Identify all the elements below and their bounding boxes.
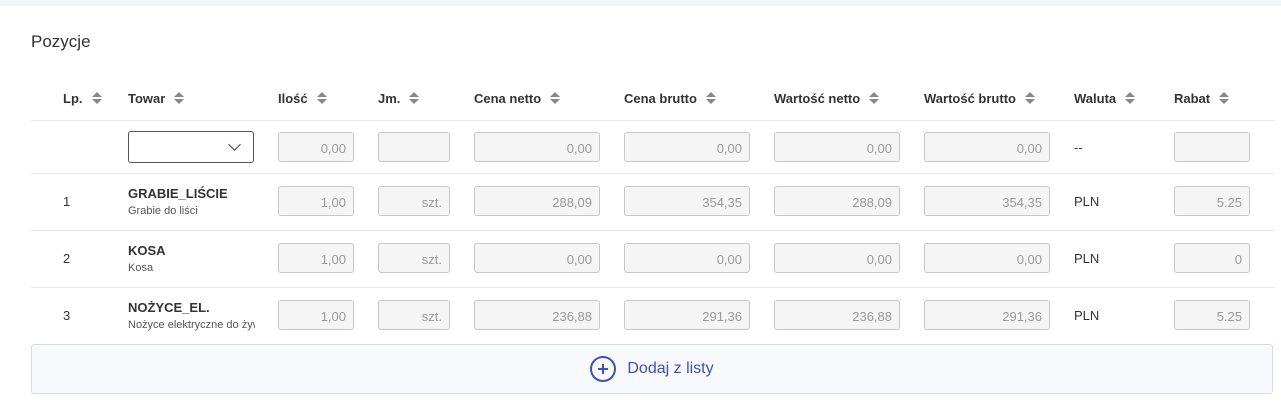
- column-header-wartosc-brutto[interactable]: Wartość brutto: [924, 89, 1035, 107]
- top-band: [0, 0, 1281, 6]
- column-header-waluta[interactable]: Waluta: [1074, 89, 1136, 107]
- net-price-input[interactable]: 0,00: [474, 132, 600, 162]
- currency-cell: PLN: [1074, 251, 1100, 266]
- column-label: Wartość brutto: [924, 90, 1016, 106]
- quantity-input[interactable]: 0,00: [278, 132, 354, 162]
- sort-icon[interactable]: [409, 91, 420, 105]
- currency-cell: PLN: [1074, 194, 1100, 209]
- add-from-list-button[interactable]: Dodaj z listy: [31, 344, 1273, 394]
- gross-value-input[interactable]: 0,00: [924, 243, 1050, 273]
- quantity-input[interactable]: 1,00: [278, 243, 354, 273]
- column-label: Lp.: [63, 90, 83, 106]
- column-label: Jm.: [378, 90, 401, 106]
- sort-icon[interactable]: [1024, 91, 1035, 105]
- currency-cell: --: [1074, 140, 1083, 155]
- product-code: GRABIE_LIŚCIE: [128, 186, 228, 201]
- gross-price-input[interactable]: 0,00: [624, 243, 750, 273]
- row-number: 1: [63, 194, 71, 209]
- column-header-cena-brutto[interactable]: Cena brutto: [624, 89, 716, 107]
- quantity-input[interactable]: 1,00: [278, 186, 354, 216]
- column-label: Ilość: [278, 90, 308, 106]
- row-number: 2: [63, 251, 71, 266]
- gross-price-input[interactable]: 354,35: [624, 186, 750, 216]
- row-number: 3: [63, 308, 71, 323]
- new-item-row: 0,00 0,00 0,00 0,00 0,00 --: [31, 121, 1274, 174]
- net-price-input[interactable]: 288,09: [474, 186, 600, 216]
- column-header-wartosc-netto[interactable]: Wartość netto: [774, 89, 880, 107]
- sort-icon[interactable]: [550, 91, 561, 105]
- section-title: Pozycje: [31, 32, 91, 51]
- discount-input[interactable]: 5.25: [1174, 300, 1250, 330]
- product-name: Nożyce elektryczne do żywopłotu: [128, 319, 255, 331]
- gross-price-input[interactable]: 0,00: [624, 132, 750, 162]
- product-code: NOŻYCE_EL.: [128, 300, 210, 315]
- table-row: 2 KOSA Kosa 1,00 szt. 0,00 0,00 0,00 0,0…: [31, 231, 1274, 288]
- gross-value-input[interactable]: 354,35: [924, 186, 1050, 216]
- sort-icon[interactable]: [91, 91, 102, 105]
- column-header-cena-netto[interactable]: Cena netto: [474, 89, 561, 107]
- product-name: Grabie do liści: [128, 205, 198, 217]
- discount-input[interactable]: 0: [1174, 243, 1250, 273]
- product-code: KOSA: [128, 243, 166, 258]
- chevron-down-icon: [228, 138, 241, 151]
- sort-icon[interactable]: [869, 91, 880, 105]
- product-name: Kosa: [128, 262, 154, 274]
- discount-input[interactable]: [1174, 132, 1250, 162]
- net-value-input[interactable]: 288,09: [774, 186, 900, 216]
- gross-price-input[interactable]: 291,36: [624, 300, 750, 330]
- column-label: Cena brutto: [624, 90, 697, 106]
- sort-icon[interactable]: [174, 91, 185, 105]
- unit-input[interactable]: szt.: [378, 243, 450, 273]
- net-value-input[interactable]: 236,88: [774, 300, 900, 330]
- net-value-input[interactable]: 0,00: [774, 132, 900, 162]
- sort-icon[interactable]: [705, 91, 716, 105]
- table-header: Lp. Towar Ilość Jm. Cena netto Cena brut…: [31, 78, 1274, 121]
- column-label: Rabat: [1174, 90, 1211, 106]
- table-row: 3 NOŻYCE_EL. Nożyce elektryczne do żywop…: [31, 288, 1274, 344]
- plus-circle-icon: [590, 356, 617, 382]
- net-price-input[interactable]: 0,00: [474, 243, 600, 273]
- gross-value-input[interactable]: 291,36: [924, 300, 1050, 330]
- quantity-input[interactable]: 1,00: [278, 300, 354, 330]
- net-value-input[interactable]: 0,00: [774, 243, 900, 273]
- column-label: Cena netto: [474, 90, 542, 106]
- product-select[interactable]: [128, 131, 254, 163]
- sort-icon[interactable]: [316, 91, 327, 105]
- unit-input[interactable]: szt.: [378, 186, 450, 216]
- sort-icon[interactable]: [1125, 91, 1136, 105]
- unit-input[interactable]: [378, 132, 450, 162]
- column-label: Waluta: [1074, 90, 1117, 106]
- gross-value-input[interactable]: 0,00: [924, 132, 1050, 162]
- add-from-list-label: Dodaj z listy: [627, 360, 714, 377]
- column-header-towar[interactable]: Towar: [128, 89, 185, 107]
- currency-cell: PLN: [1074, 308, 1100, 323]
- column-header-rabat[interactable]: Rabat: [1174, 89, 1230, 107]
- column-header-lp[interactable]: Lp.: [63, 89, 102, 107]
- unit-input[interactable]: szt.: [378, 300, 450, 330]
- sort-icon[interactable]: [1219, 91, 1230, 105]
- column-label: Towar: [128, 90, 166, 106]
- column-header-jm[interactable]: Jm.: [378, 89, 420, 107]
- column-header-ilosc[interactable]: Ilość: [278, 89, 327, 107]
- net-price-input[interactable]: 236,88: [474, 300, 600, 330]
- discount-input[interactable]: 5.25: [1174, 186, 1250, 216]
- column-label: Wartość netto: [774, 90, 861, 106]
- table-row: 1 GRABIE_LIŚCIE Grabie do liści 1,00 szt…: [31, 174, 1274, 231]
